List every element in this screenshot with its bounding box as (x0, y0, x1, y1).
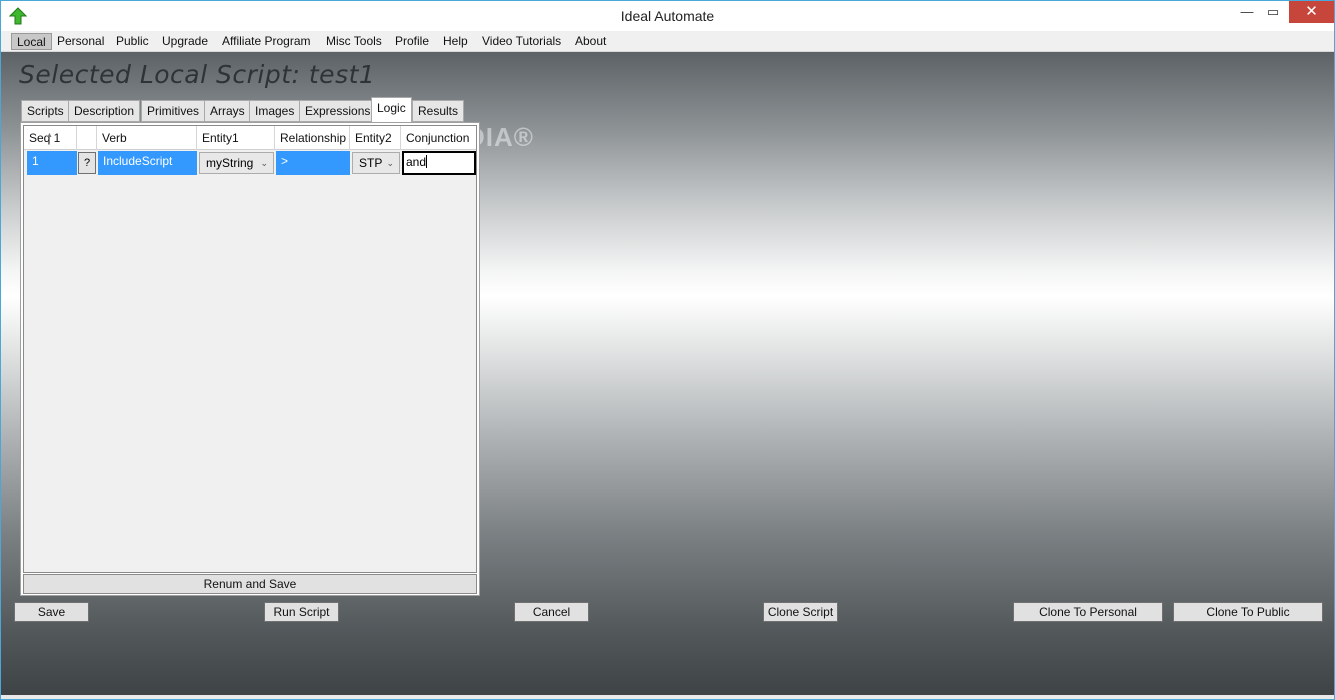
tab-images[interactable]: Images (249, 100, 301, 122)
cancel-button[interactable]: Cancel (514, 602, 589, 622)
column-header-seq-label: Seq 1 (29, 131, 61, 145)
logic-grid[interactable]: ▲ Seq 1 Verb Entity1 Relationship Entity… (23, 125, 477, 573)
tab-logic[interactable]: Logic (371, 97, 412, 122)
menu-help[interactable]: Help (438, 33, 473, 50)
logic-panel: ▲ Seq 1 Verb Entity1 Relationship Entity… (20, 122, 480, 596)
menu-upgrade[interactable]: Upgrade (157, 33, 213, 50)
menu-personal[interactable]: Personal (52, 33, 109, 50)
entity1-dropdown[interactable]: myString ⌄ (199, 152, 274, 174)
tab-primitives[interactable]: Primitives (141, 100, 206, 122)
entity1-value: myString (206, 156, 254, 170)
app-window: Ideal Automate — ▭ ✕ Local Personal Publ… (0, 0, 1335, 700)
title-bar[interactable]: Ideal Automate — ▭ ✕ (1, 1, 1334, 31)
tab-arrays[interactable]: Arrays (204, 100, 251, 122)
cell-seq[interactable]: 1 (27, 151, 77, 175)
tab-results[interactable]: Results (412, 100, 465, 122)
page-title: Selected Local Script: test1 (19, 60, 376, 89)
menu-profile[interactable]: Profile (390, 33, 434, 50)
grid-header: ▲ Seq 1 Verb Entity1 Relationship Entity… (24, 126, 476, 150)
window-title: Ideal Automate (620, 8, 715, 24)
menu-misc-tools[interactable]: Misc Tools (321, 33, 387, 50)
menu-local[interactable]: Local (11, 33, 52, 50)
maximize-button[interactable]: ▭ (1259, 1, 1287, 23)
help-button[interactable]: ? (78, 152, 96, 174)
sort-up-icon: ▲ (46, 132, 53, 139)
cell-relationship[interactable]: > (276, 151, 350, 175)
entity2-value: STP (359, 156, 383, 170)
column-header-entity2[interactable]: Entity2 (350, 126, 401, 150)
menu-about[interactable]: About (570, 33, 611, 50)
menu-video-tutorials[interactable]: Video Tutorials (477, 33, 566, 50)
column-header-verb[interactable]: Verb (97, 126, 197, 150)
cell-verb[interactable]: IncludeScript (98, 151, 197, 175)
conjunction-input[interactable]: and (402, 151, 476, 175)
text-caret (426, 155, 428, 168)
clone-script-button[interactable]: Clone Script (763, 602, 838, 622)
clone-to-public-button[interactable]: Clone To Public (1173, 602, 1323, 622)
main-content: Selected Local Script: test1 Scripts Des… (1, 52, 1334, 695)
close-button[interactable]: ✕ (1289, 1, 1334, 23)
menu-public[interactable]: Public (111, 33, 154, 50)
column-header-entity1[interactable]: Entity1 (197, 126, 275, 150)
menu-affiliate-program[interactable]: Affiliate Program (217, 33, 315, 50)
menu-bar: Local Personal Public Upgrade Affiliate … (1, 31, 1334, 52)
conjunction-value: and (406, 155, 427, 169)
table-row[interactable]: 1 ? IncludeScript myString ⌄ > STP ⌄ and (24, 151, 476, 175)
run-script-button[interactable]: Run Script (264, 602, 339, 622)
clone-to-personal-button[interactable]: Clone To Personal (1013, 602, 1163, 622)
chevron-down-icon: ⌄ (386, 158, 394, 168)
column-header-relationship[interactable]: Relationship (275, 126, 350, 150)
column-header-help[interactable] (77, 126, 97, 150)
tab-description[interactable]: Description (68, 100, 141, 122)
tab-scripts[interactable]: Scripts (21, 100, 70, 122)
column-header-conjunction[interactable]: Conjunction (401, 126, 476, 150)
minimize-button[interactable]: — (1233, 1, 1261, 23)
renum-and-save-button[interactable]: Renum and Save (23, 574, 477, 594)
tab-expressions[interactable]: Expressions (299, 100, 377, 122)
entity2-dropdown[interactable]: STP ⌄ (352, 152, 400, 174)
column-header-seq[interactable]: ▲ Seq 1 (24, 126, 77, 150)
chevron-down-icon: ⌄ (260, 158, 268, 168)
save-button[interactable]: Save (14, 602, 89, 622)
